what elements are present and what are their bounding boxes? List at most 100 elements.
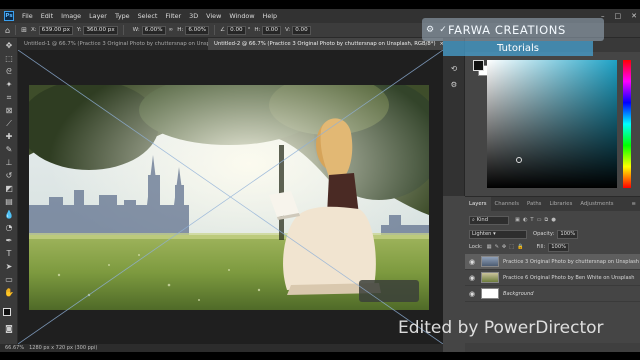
properties-panel-icon[interactable]: ⚙: [449, 80, 459, 90]
menu-window[interactable]: Window: [225, 12, 258, 20]
tab-layers[interactable]: Layers: [465, 197, 491, 211]
panel-icon-strip: ⟲ ⚙: [443, 38, 465, 196]
menu-filter[interactable]: Filter: [161, 12, 185, 20]
menu-type[interactable]: Type: [111, 12, 134, 20]
height-field[interactable]: 6.00%: [185, 25, 210, 35]
eraser-tool-icon[interactable]: ◩: [3, 183, 15, 195]
width-field[interactable]: 6.00%: [141, 25, 166, 35]
visibility-eye-icon[interactable]: ◉: [465, 274, 479, 282]
height-label: H:: [177, 27, 184, 33]
color-picker-field[interactable]: [487, 60, 617, 188]
menu-view[interactable]: View: [202, 12, 225, 20]
tutorials-text: Tutorials: [497, 43, 539, 54]
hand-tool-icon[interactable]: ✋: [3, 287, 15, 299]
tab-untitled-1[interactable]: Untitled-1 @ 66.7% (Practice 3 Original …: [18, 38, 208, 50]
layer-filter-row: ⌕ Kind ▣◐T▭⧉●: [465, 214, 640, 226]
close-button[interactable]: ✕: [631, 12, 637, 20]
angle-field[interactable]: 0.00: [227, 25, 246, 35]
history-brush-tool-icon[interactable]: ↺: [3, 170, 15, 182]
zoom-level[interactable]: 66.67%: [5, 344, 24, 352]
letterbox-bottom: [0, 352, 640, 360]
pen-tool-icon[interactable]: ✒: [3, 235, 15, 247]
rectangle-tool-icon[interactable]: ▭: [3, 274, 15, 286]
skew-v-field[interactable]: 0.00: [292, 25, 311, 35]
tab-untitled-2-label: Untitled-2 @ 66.7% (Practice 3 Original …: [214, 41, 436, 47]
menu-edit[interactable]: Edit: [37, 12, 57, 20]
lock-row: Lock: ▦✎✥⬚🔒 Fill: 100%: [465, 241, 640, 253]
filter-type-icons[interactable]: ▣◐T▭⧉●: [515, 217, 559, 224]
maximize-button[interactable]: □: [615, 12, 622, 20]
color-panel: [465, 38, 640, 196]
layer-row[interactable]: ◉ Practice 6 Original Photo by Ben White…: [465, 270, 640, 286]
clone-stamp-tool-icon[interactable]: ⊥: [3, 157, 15, 169]
blend-mode-select[interactable]: Lighten ▾: [469, 229, 527, 239]
blend-mode-value: Lighten: [472, 230, 492, 237]
canvas-area[interactable]: [18, 50, 443, 344]
brush-tool-icon[interactable]: ✎: [3, 144, 15, 156]
channel-brand-overlay: ⚙ ✓ FARWA CREATIONS: [422, 18, 604, 41]
x-label: X:: [30, 27, 37, 33]
home-icon[interactable]: ⌂: [5, 26, 10, 35]
divider: [122, 25, 124, 35]
magic-wand-tool-icon[interactable]: ✦: [3, 79, 15, 91]
path-selection-tool-icon[interactable]: ➤: [3, 261, 15, 273]
letterbox-top: [0, 0, 640, 9]
skew-h-field[interactable]: 0.00: [262, 25, 281, 35]
opacity-label: Opacity:: [533, 231, 555, 237]
history-panel-icon[interactable]: ⟲: [449, 64, 459, 74]
dodge-tool-icon[interactable]: ◔: [3, 222, 15, 234]
tab-channels[interactable]: Channels: [491, 197, 524, 211]
marquee-tool-icon[interactable]: ⬚: [3, 53, 15, 65]
quick-mask-icon[interactable]: ◙: [3, 323, 15, 335]
menu-layer[interactable]: Layer: [85, 12, 111, 20]
layer-thumbnail: [481, 272, 499, 283]
layers-panel-tabs: Layers Channels Paths Libraries Adjustme…: [465, 197, 640, 211]
skew-v-label: V:: [284, 27, 291, 33]
menu-select[interactable]: Select: [134, 12, 162, 20]
width-label: W:: [132, 27, 140, 33]
menu-image[interactable]: Image: [57, 12, 85, 20]
blur-tool-icon[interactable]: 💧: [3, 209, 15, 221]
foreground-color-swatch[interactable]: [3, 308, 11, 316]
type-tool-icon[interactable]: T: [3, 248, 15, 260]
y-field[interactable]: 360.00 px: [83, 25, 118, 35]
color-picker-handle[interactable]: [516, 157, 522, 163]
tab-adjustments[interactable]: Adjustments: [576, 197, 617, 211]
eyedropper-tool-icon[interactable]: ⟋: [3, 118, 15, 130]
crop-tool-icon[interactable]: ⌗: [3, 92, 15, 104]
tab-libraries[interactable]: Libraries: [545, 197, 576, 211]
tab-paths[interactable]: Paths: [523, 197, 545, 211]
tutorials-overlay: Tutorials: [443, 41, 593, 56]
link-icon[interactable]: ∞: [169, 27, 174, 33]
hue-slider[interactable]: [623, 60, 631, 188]
divider: [15, 25, 17, 35]
fill-field[interactable]: 100%: [548, 242, 570, 252]
menu-help[interactable]: Help: [259, 12, 282, 20]
layer-row[interactable]: ◉ Background: [465, 286, 640, 302]
reference-point-icon[interactable]: ⊞: [21, 26, 27, 34]
layer-kind-filter[interactable]: ⌕ Kind: [469, 215, 509, 225]
menu-3d[interactable]: 3D: [185, 12, 202, 20]
panel-foreground-swatch[interactable]: [473, 60, 484, 71]
layer-row[interactable]: ◉ Practice 3 Original Photo by chuttersn…: [465, 254, 640, 270]
opacity-field[interactable]: 100%: [557, 229, 579, 239]
menu-file[interactable]: File: [18, 12, 37, 20]
kind-label: Kind: [476, 216, 488, 223]
healing-brush-tool-icon[interactable]: ✚: [3, 131, 15, 143]
tools-panel: ✥ ⬚ ᘓ ✦ ⌗ ⊠ ⟋ ✚ ✎ ⊥ ↺ ◩ ▤ 💧 ◔ ✒ T ➤ ▭ ✋ …: [0, 38, 18, 344]
visibility-eye-icon[interactable]: ◉: [465, 258, 479, 266]
visibility-eye-icon[interactable]: ◉: [465, 290, 479, 298]
window-controls: – □ ✕: [601, 9, 637, 23]
gradient-tool-icon[interactable]: ▤: [3, 196, 15, 208]
tab-untitled-2[interactable]: Untitled-2 @ 66.7% (Practice 3 Original …: [208, 38, 443, 50]
panel-menu-icon[interactable]: ≡: [632, 197, 640, 211]
canvas-image[interactable]: [29, 85, 429, 310]
lock-icons[interactable]: ▦✎✥⬚🔒: [487, 244, 527, 250]
divider: [214, 25, 216, 35]
lasso-tool-icon[interactable]: ᘓ: [3, 66, 15, 78]
document-tab-bar: Untitled-1 @ 66.7% (Practice 3 Original …: [18, 38, 443, 50]
x-field[interactable]: 639.00 px: [38, 25, 73, 35]
frame-tool-icon[interactable]: ⊠: [3, 105, 15, 117]
editor-watermark: Edited by PowerDirector: [398, 318, 604, 338]
move-tool-icon[interactable]: ✥: [3, 40, 15, 52]
